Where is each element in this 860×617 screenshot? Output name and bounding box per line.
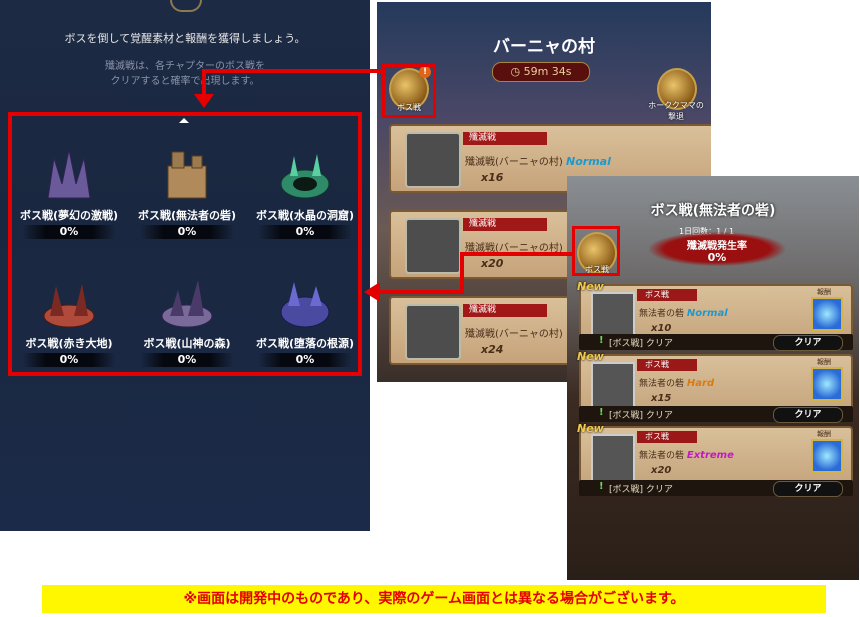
boss-tile-1[interactable]: ボス戦(無法者の砦) 0% — [128, 148, 246, 256]
stage-tag: 殲滅戦 — [463, 218, 547, 231]
crystal-boss-icon — [47, 149, 91, 199]
timer-value: 59m 34s — [523, 65, 572, 78]
card-name: 無法者の砦 Hard — [639, 376, 714, 389]
page-title: バーニャの村 — [493, 37, 595, 57]
boss-tile-0[interactable]: ボス戦(夢幻の激戦) 0% — [10, 148, 128, 256]
boss-tile-4[interactable]: ボス戦(山神の森) 0% — [128, 276, 246, 384]
boss-portrait — [591, 362, 635, 410]
card-name-text: 無法者の砦 — [639, 309, 685, 319]
clear-bar-2: ! [ボス戦] クリア クリア — [579, 480, 853, 497]
boss-button-highlight — [572, 226, 620, 276]
card-name-text: 無法者の砦 — [639, 379, 685, 389]
card-tag: ボス戦 — [637, 431, 697, 443]
boss-portrait — [405, 218, 461, 274]
disclaimer-banner: ※画面は開発中のものであり、実際のゲーム画面とは異なる場合がございます。 — [42, 585, 826, 613]
stage-tag: 殲滅戦 — [463, 132, 547, 145]
boss-percent: 0% — [258, 225, 352, 239]
card-name: 無法者の砦 Extreme — [639, 448, 734, 461]
hawk-mama-label-line2: 撃退 — [668, 112, 684, 121]
boss-name: ボス戦(山神の森) — [143, 337, 231, 350]
boss-portrait — [591, 292, 635, 340]
stage-tag: 殲滅戦 — [463, 304, 547, 317]
card-tag: ボス戦 — [637, 359, 697, 371]
intro-text: ボスを倒して覚醒素材と報酬を獲得しましょう。 — [64, 32, 306, 45]
boss-portrait — [405, 132, 461, 188]
boss-portrait — [405, 304, 461, 360]
card-multiplier: x15 — [651, 393, 672, 404]
diamond-reward-icon — [811, 439, 843, 473]
card-difficulty: Extreme — [686, 450, 734, 461]
boss-card-2[interactable]: New ボス戦 無法者の砦 Extreme x20 報酬 — [577, 422, 853, 488]
exclamation-icon: ! — [599, 335, 604, 346]
clear-button[interactable]: クリア — [773, 335, 843, 351]
card-name: 無法者の砦 Normal — [639, 306, 728, 319]
hawk-mama-label: ホーククママの 撃退 — [641, 100, 711, 122]
clear-bar-1: ! [ボス戦] クリア クリア — [579, 406, 853, 423]
stage-name: 殲滅戦(バーニャの村) — [465, 325, 563, 340]
rate-value: 0% — [707, 251, 727, 264]
reward-label: 報酬 — [817, 430, 831, 438]
annihilation-rate: 殲滅戦発生率 0% — [649, 232, 785, 266]
clear-condition: [ボス戦] クリア — [609, 485, 673, 495]
fortress-boss-icon — [167, 151, 207, 199]
boss-button-highlight — [382, 64, 436, 118]
boss-detail-title: ボス戦(無法者の砦) — [650, 203, 776, 219]
card-tag: ボス戦 — [637, 289, 697, 301]
boss-percent: 0% — [258, 353, 352, 367]
boss-name: ボス戦(夢幻の激戦) — [19, 209, 119, 222]
rate-label: 殲滅戦発生率 — [687, 241, 747, 252]
reward-label: 報酬 — [817, 288, 831, 296]
card-multiplier: x10 — [651, 323, 672, 334]
card-difficulty: Hard — [686, 378, 715, 389]
boss-percent: 0% — [22, 225, 116, 239]
boss-tile-3[interactable]: ボス戦(赤き大地) 0% — [10, 276, 128, 384]
clear-bar-0: ! [ボス戦] クリア クリア — [579, 334, 853, 351]
boss-percent: 0% — [22, 353, 116, 367]
boss-list-panel: ボスを倒して覚醒素材と報酬を獲得しましょう。 殲滅戦は、各チャプターのボス戦を … — [0, 0, 370, 531]
hawk-mama-label-line1: ホーククママの — [648, 101, 704, 110]
clear-button[interactable]: クリア — [773, 481, 843, 497]
note-line-2: クリアすると確率で出現します。 — [110, 76, 260, 87]
exclamation-icon: ! — [599, 407, 604, 418]
card-difficulty: Normal — [686, 308, 728, 319]
clear-condition: [ボス戦] クリア — [609, 339, 673, 349]
clear-button[interactable]: クリア — [773, 407, 843, 423]
card-multiplier: x20 — [651, 465, 672, 476]
stage-name: 殲滅戦(バーニャの村) — [465, 239, 563, 254]
boss-tile-2[interactable]: ボス戦(水晶の洞窟) 0% — [246, 148, 364, 256]
diamond-reward-icon — [811, 297, 843, 331]
stage-name: 殲滅戦(バーニャの村) Normal — [465, 153, 611, 168]
ornament-icon — [170, 0, 202, 12]
boss-name: ボス戦(無法者の砦) — [137, 209, 237, 222]
stage-name-text: 殲滅戦(バーニャの村) — [465, 329, 563, 340]
boss-name: ボス戦(水晶の洞窟) — [255, 209, 355, 222]
stage-multiplier: x20 — [481, 257, 504, 270]
note-line-1: 殲滅戦は、各チャプターのボス戦を — [105, 61, 265, 72]
exclamation-icon: ! — [599, 481, 604, 492]
stage-multiplier: x16 — [481, 171, 504, 184]
annihilation-note: 殲滅戦は、各チャプターのボス戦を クリアすると確率で出現します。 — [60, 59, 310, 89]
stage-difficulty: Normal — [566, 155, 611, 168]
boss-tile-5[interactable]: ボス戦(堕落の根源) 0% — [246, 276, 364, 384]
boss-name: ボス戦(堕落の根源) — [255, 337, 355, 350]
boss-percent: 0% — [140, 225, 234, 239]
boss-portrait — [591, 434, 635, 482]
cave-boss-icon — [280, 154, 330, 199]
red-land-boss-icon — [43, 284, 95, 328]
boss-percent: 0% — [140, 353, 234, 367]
corruption-boss-icon — [280, 282, 330, 328]
forest-boss-icon — [161, 280, 213, 328]
diamond-reward-icon — [811, 367, 843, 401]
boss-detail-panel: ボス戦(無法者の砦) 1日回数：1 / 1 殲滅戦発生率 0% ボス戦 New … — [567, 176, 859, 580]
reward-label: 報酬 — [817, 358, 831, 366]
countdown-timer: ◷ 59m 34s — [492, 62, 590, 82]
card-name-text: 無法者の砦 — [639, 451, 685, 461]
stage-name-text: 殲滅戦(バーニャの村) — [465, 243, 563, 254]
stage-name-text: 殲滅戦(バーニャの村) — [465, 157, 563, 168]
boss-name: ボス戦(赤き大地) — [25, 337, 113, 350]
stage-multiplier: x24 — [481, 343, 504, 356]
clear-condition: [ボス戦] クリア — [609, 411, 673, 421]
